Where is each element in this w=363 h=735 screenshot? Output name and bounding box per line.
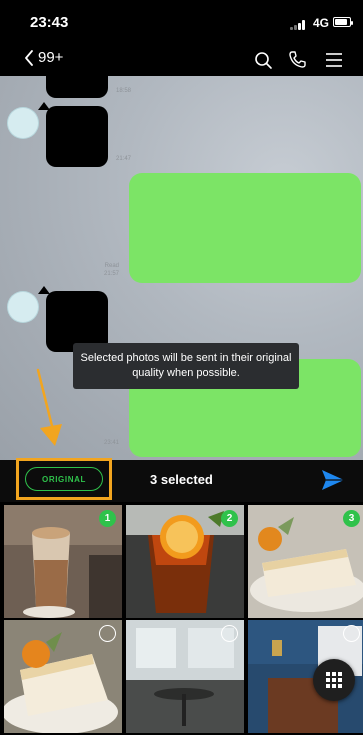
photo-grid: 1 2 3 [0,502,363,735]
message-timestamp: 23:41 [104,440,120,446]
photo-thumbnail[interactable]: 2 [126,505,244,618]
annotation-arrow-icon [36,368,62,446]
menu-icon[interactable] [323,49,345,71]
signal-icon [290,19,310,30]
search-icon[interactable] [252,49,274,71]
photo-thumbnail[interactable]: 1 [4,505,122,618]
back-chevron-icon [25,49,33,66]
selected-count: 3 selected [150,472,213,487]
message-bubble[interactable] [46,76,108,98]
unread-count: 99+ [38,49,64,66]
sent-message-bubble[interactable] [129,173,361,283]
selection-badge[interactable]: 1 [99,510,116,527]
selection-circle[interactable] [99,625,116,642]
grid-icon [326,672,342,688]
back-button[interactable]: 99+ [24,49,63,66]
selection-badge[interactable]: 2 [221,510,238,527]
annotation-highlight-box [16,458,112,500]
chat-header: 99+ [0,44,363,76]
battery-icon [333,17,353,27]
message-timestamp: 18:58 [116,88,132,94]
send-icon[interactable] [320,468,346,492]
photo-thumbnail[interactable] [4,620,122,733]
selection-circle[interactable] [221,625,238,642]
read-receipt: Read 21:57 [104,263,120,277]
selection-badge[interactable]: 3 [343,510,360,527]
status-bar: 23:43 4G [0,0,363,44]
avatar[interactable] [8,108,38,138]
selection-circle[interactable] [343,625,360,642]
photo-thumbnail[interactable]: 3 [248,505,363,618]
network-type: 4G [313,16,330,30]
toast-message: Selected photos will be sent in their or… [73,343,299,389]
status-time: 23:43 [30,14,69,31]
photo-thumbnail[interactable] [126,620,244,733]
phone-icon[interactable] [286,49,308,71]
avatar[interactable] [8,292,38,322]
gallery-grid-button[interactable] [313,659,355,701]
message-bubble[interactable] [46,106,108,167]
message-timestamp: 21:47 [116,156,132,162]
